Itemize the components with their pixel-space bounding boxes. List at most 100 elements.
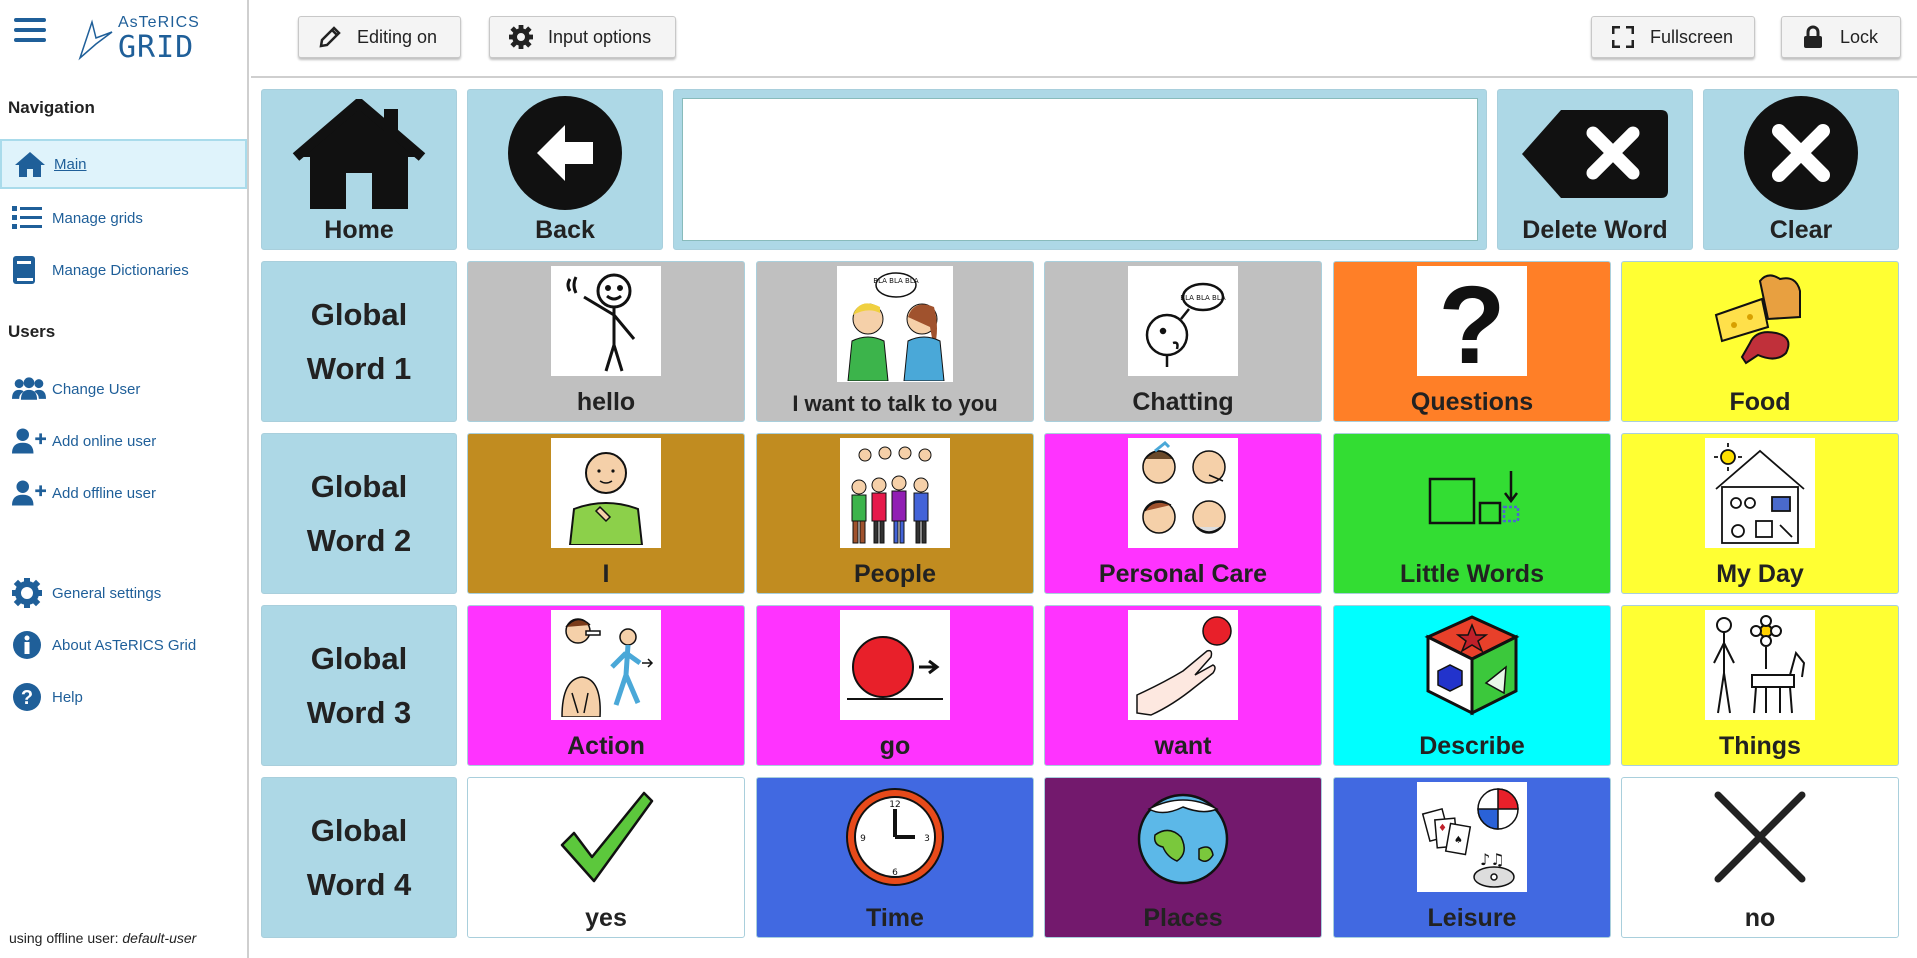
fullscreen-button[interactable]: Fullscreen [1591,16,1755,58]
sidebar-item-add-online-user[interactable]: Add online user [0,416,247,466]
info-icon [12,628,46,662]
svg-text:6: 6 [892,868,898,878]
pencil-icon [317,24,343,50]
input-options-button[interactable]: Input options [489,16,676,58]
sidebar-item-main[interactable]: Main [0,139,247,189]
question-mark-icon: ? [1417,266,1527,376]
global-word-label: Global Word 3 [262,632,456,740]
time-cell[interactable]: 12 3 6 9 Time [756,777,1034,938]
no-cell[interactable]: no [1621,777,1899,938]
leisure-cell[interactable]: ♦ ♠ ♪♫ Leisure [1333,777,1611,938]
little-words-icon [1417,438,1527,548]
fullscreen-label: Fullscreen [1650,26,1734,47]
cell-label: Places [1143,904,1223,932]
sidebar-item-manage-grids[interactable]: Manage grids [0,193,247,243]
places-cell[interactable]: Places [1044,777,1322,938]
global-word-line1: Global [310,296,408,332]
go-cell[interactable]: go [756,605,1034,766]
global-word-3-cell[interactable]: Global Word 3 [261,605,457,766]
svg-text:9: 9 [860,834,866,844]
reaching-hand-icon [1128,610,1238,720]
rolling-ball-icon [840,610,950,720]
little-words-cell[interactable]: Little Words [1333,433,1611,594]
lock-button[interactable]: Lock [1781,16,1901,58]
global-word-1-cell[interactable]: Global Word 1 [261,261,457,422]
leisure-icon: ♦ ♠ ♪♫ [1417,782,1527,892]
sidebar-item-help[interactable]: ? Help [0,672,247,722]
cell-label: Home [324,216,394,244]
logo-text-bottom: GRID [118,30,195,65]
global-word-label: Global Word 2 [262,460,456,568]
sentence-bar[interactable] [673,89,1487,250]
speech-bubble-text: BLA BLA BLA [873,277,919,285]
global-word-line2: Word 3 [306,694,412,730]
i-cell[interactable]: I [467,433,745,594]
close-circle-icon [1742,94,1860,212]
lock-icon [1800,24,1826,50]
svg-text:?: ? [21,687,33,709]
status-user: default-user [122,930,197,946]
global-word-line1: Global [310,640,408,676]
sidebar-item-label: Manage grids [52,209,143,227]
questions-cell[interactable]: ? Questions [1333,261,1611,422]
global-word-2-cell[interactable]: Global Word 2 [261,433,457,594]
sidebar-item-label: Change User [52,380,141,398]
sidebar-item-general-settings[interactable]: General settings [0,568,247,618]
hello-cell[interactable]: hello [467,261,745,422]
global-word-4-cell[interactable]: Global Word 4 [261,777,457,938]
editing-button[interactable]: Editing on [298,16,461,58]
cell-label: want [1154,732,1212,760]
cell-label: Leisure [1427,904,1517,932]
cell-label: My Day [1716,560,1804,588]
cell-label: Describe [1419,732,1525,760]
cell-label: Personal Care [1098,560,1268,588]
sidebar-item-about[interactable]: About AsTeRICS Grid [0,620,247,670]
delete-word-cell[interactable]: Delete Word [1497,89,1693,250]
chatting-cell[interactable]: BLA BLA BLA Chatting [1044,261,1322,422]
svg-text:3: 3 [924,834,930,844]
back-cell[interactable]: Back [467,89,663,250]
describe-cell[interactable]: Describe [1333,605,1611,766]
things-cell[interactable]: Things [1621,605,1899,766]
sidebar-item-manage-dictionaries[interactable]: Manage Dictionaries [0,245,247,295]
food-cell[interactable]: Food [1621,261,1899,422]
navigation-heading: Navigation [8,98,95,117]
sidebar-item-change-user[interactable]: Change User [0,364,247,414]
users-icon [12,372,46,406]
personal-care-cell[interactable]: Personal Care [1044,433,1322,594]
cell-label: Time [866,904,924,932]
cell-label: Chatting [1132,388,1234,416]
gear-icon [12,576,46,610]
sidebar-item-label: General settings [52,584,162,602]
input-options-label: Input options [548,26,652,47]
home-cell[interactable]: Home [261,89,457,250]
svg-text:?: ? [1438,269,1505,373]
action-cell[interactable]: Action [467,605,745,766]
backspace-icon [1520,104,1670,204]
toolbar: Editing on Input options Fullscreen Lock [251,0,1917,78]
talk-to-you-cell[interactable]: BLA BLA BLA I want to talk to you [756,261,1034,422]
shape-cube-icon [1417,610,1527,720]
things-icon [1705,610,1815,720]
cell-label: I want to talk to you [792,391,998,416]
chatting-head-icon: BLA BLA BLA [1128,266,1238,376]
menu-icon[interactable] [14,18,46,46]
list-icon [12,201,46,235]
cell-label: Action [567,732,645,760]
want-cell[interactable]: want [1044,605,1322,766]
app-logo: AsTeRICS GRID [78,12,208,65]
sidebar-item-add-offline-user[interactable]: Add offline user [0,468,247,518]
people-cell[interactable]: People [756,433,1034,594]
arrow-left-icon [506,94,624,212]
clear-cell[interactable]: Clear [1703,89,1899,250]
group-of-people-icon [840,438,950,548]
yes-cell[interactable]: yes [467,777,745,938]
logo-star-icon [78,19,113,61]
communication-grid: Home Back Delete Word Clear Global Word 1… [251,78,1917,958]
gear-icon [508,24,534,50]
sidebar-item-label: Add offline user [52,484,156,502]
sentence-text-field[interactable] [682,98,1478,241]
my-day-cell[interactable]: My Day [1621,433,1899,594]
home-icon [14,147,48,181]
user-plus-icon [12,476,46,510]
